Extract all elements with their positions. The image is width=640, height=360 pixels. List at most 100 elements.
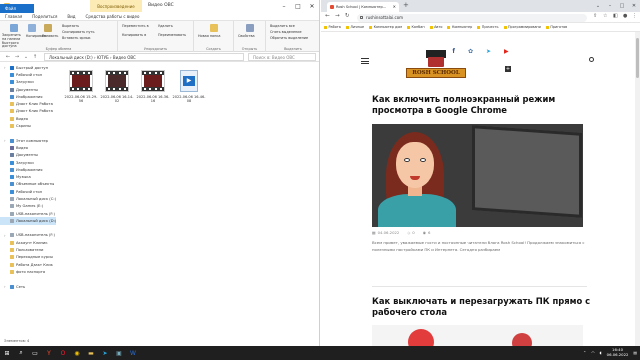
file-item[interactable]: 2022-06-06 15-29-56 bbox=[64, 68, 98, 116]
new-folder-icon[interactable] bbox=[210, 24, 218, 32]
profile-icon[interactable]: ● bbox=[623, 13, 627, 19]
opera-icon[interactable]: O bbox=[56, 346, 70, 360]
browser-minimize-icon[interactable]: – bbox=[604, 0, 616, 12]
browser-forward-icon[interactable]: → bbox=[335, 13, 340, 19]
back-icon[interactable]: ← bbox=[4, 54, 12, 60]
nav-item[interactable]: Работа Дзакт Клик bbox=[0, 261, 56, 268]
hamburger-menu-icon[interactable] bbox=[361, 58, 369, 64]
context-tab-playback[interactable]: Воспроизведение bbox=[90, 0, 142, 12]
nav-item[interactable]: Локальный диск (C:) bbox=[0, 195, 56, 202]
nav-item[interactable]: Рабочий стол bbox=[0, 188, 56, 195]
nav-item[interactable]: USB-накопитель (F:) bbox=[0, 210, 56, 217]
move-to-button[interactable]: Переместить в bbox=[122, 24, 149, 28]
nav-item[interactable]: Локальный диск (D:) bbox=[0, 217, 56, 225]
copy-icon[interactable] bbox=[28, 24, 36, 32]
file-item[interactable]: 2022-06-06 16-36-16 bbox=[136, 68, 170, 116]
nav-item[interactable]: Изображения bbox=[0, 93, 56, 100]
nav-item[interactable]: Объемные объекты bbox=[0, 181, 56, 188]
article-title-2[interactable]: Как выключать и перезагружать ПК прямо с… bbox=[372, 296, 592, 318]
nav-item[interactable]: › USB-накопитель (F:) bbox=[0, 232, 56, 239]
bookmark-item[interactable]: Личные bbox=[345, 25, 364, 29]
menu-icon[interactable]: ⋮ bbox=[632, 13, 637, 19]
recent-icon[interactable]: ⌄ bbox=[22, 54, 30, 60]
site-logo[interactable]: ROSH SCHOOL bbox=[406, 42, 466, 80]
nav-item[interactable]: Аккаунт Клиник bbox=[0, 239, 56, 246]
search-input[interactable]: Поиск в: Видео OBC bbox=[248, 53, 316, 61]
article-image-2[interactable] bbox=[372, 325, 583, 346]
bookmark-item[interactable]: Компьютер bbox=[447, 25, 472, 29]
nav-item[interactable]: Дзакт Клик Работа bbox=[0, 108, 56, 115]
nav-item[interactable]: › Этот компьютер bbox=[0, 137, 56, 144]
extensions-icon[interactable]: ◧ bbox=[613, 13, 618, 19]
nav-item[interactable]: › Сеть bbox=[0, 283, 56, 290]
paste-button[interactable]: Вставить bbox=[42, 34, 58, 38]
vk-icon[interactable]: ✿ bbox=[468, 48, 473, 55]
maximize-icon[interactable]: □ bbox=[291, 0, 305, 12]
up-icon[interactable]: ↑ bbox=[31, 54, 39, 60]
yandex-icon[interactable]: Y bbox=[42, 346, 56, 360]
chrome-icon[interactable]: ◉ bbox=[70, 346, 84, 360]
telegram-icon[interactable]: ➤ bbox=[486, 48, 491, 55]
invert-selection-button[interactable]: Обратить выделение bbox=[270, 36, 308, 40]
tab-video-tools[interactable]: Средства работы с видео bbox=[81, 12, 145, 21]
start-icon[interactable]: ⊞ bbox=[0, 346, 14, 360]
nav-item[interactable]: Видео bbox=[0, 115, 56, 122]
tab-file[interactable]: Файл bbox=[0, 4, 34, 13]
url-bar[interactable]: rushinsottalai.com bbox=[357, 13, 587, 22]
notifications-icon[interactable]: ▤ bbox=[633, 350, 637, 355]
select-none-button[interactable]: Снять выделение bbox=[270, 30, 302, 34]
paste-icon[interactable] bbox=[44, 24, 52, 32]
reload-icon[interactable]: ↻ bbox=[345, 13, 350, 19]
nav-item[interactable]: Переходные курсы bbox=[0, 254, 56, 261]
article-image-1[interactable] bbox=[372, 124, 583, 227]
bookmark-item[interactable]: Компьютер дом bbox=[369, 25, 402, 29]
minimize-icon[interactable]: – bbox=[277, 0, 291, 12]
nav-item[interactable]: My Games (E:) bbox=[0, 203, 56, 210]
bookmark-item[interactable]: Прочесть bbox=[477, 25, 499, 29]
telegram-taskbar-icon[interactable]: ➤ bbox=[98, 346, 112, 360]
delete-button[interactable]: Удалить bbox=[158, 24, 173, 28]
expand-chevron-icon[interactable]: › bbox=[4, 284, 6, 289]
expand-chevron-icon[interactable]: › bbox=[4, 65, 6, 70]
file-item[interactable]: ▶ 2022-06-06 16-46-08 bbox=[172, 68, 206, 116]
nav-item[interactable]: Изображения bbox=[0, 166, 56, 173]
clock[interactable]: 16:40 06.06.2022 bbox=[607, 347, 629, 357]
bookmark-item[interactable]: Работа bbox=[324, 25, 341, 29]
nav-item[interactable]: Документы bbox=[0, 86, 56, 93]
plus-icon[interactable]: + bbox=[505, 66, 511, 72]
article-title-1[interactable]: Как включить полноэкранный режим просмот… bbox=[372, 94, 592, 116]
tab-close-icon[interactable]: ✕ bbox=[393, 2, 396, 12]
properties-button[interactable]: Свойства bbox=[238, 34, 255, 38]
nav-item[interactable]: Рабочий стол bbox=[0, 71, 56, 78]
tab-search-icon[interactable]: ⌄ bbox=[592, 0, 604, 12]
nav-item[interactable]: Документы bbox=[0, 152, 56, 159]
select-all-button[interactable]: Выделить все bbox=[270, 24, 295, 28]
nav-item[interactable]: Видео bbox=[0, 144, 56, 151]
copy-path-button[interactable]: Скопировать путь bbox=[62, 30, 94, 34]
task-view-icon[interactable]: ▭ bbox=[28, 346, 42, 360]
tab-view[interactable]: Вид bbox=[62, 12, 80, 21]
bookmark-item[interactable]: Приготов bbox=[545, 25, 567, 29]
nav-item[interactable]: › Быстрый доступ bbox=[0, 64, 56, 71]
page-scrollbar[interactable] bbox=[635, 32, 640, 346]
nav-item[interactable]: Пользователи bbox=[0, 246, 56, 253]
nav-item[interactable]: Загрузки bbox=[0, 159, 56, 166]
tray-arrow-icon[interactable]: ⌃ bbox=[583, 350, 586, 355]
nav-item[interactable]: Загрузки bbox=[0, 79, 56, 86]
nav-item[interactable]: Музыка bbox=[0, 173, 56, 180]
share-icon[interactable]: ⇪ bbox=[593, 13, 597, 19]
browser-maximize-icon[interactable]: □ bbox=[616, 0, 628, 12]
bookmark-item[interactable]: Канбан bbox=[406, 25, 425, 29]
word-icon[interactable]: W bbox=[126, 346, 140, 360]
file-item[interactable]: 2022-06-06 16-14-02 bbox=[100, 68, 134, 116]
site-search-icon[interactable] bbox=[589, 57, 594, 62]
expand-chevron-icon[interactable]: › bbox=[4, 233, 6, 238]
nav-item[interactable]: Скрины bbox=[0, 122, 56, 129]
pin-icon[interactable] bbox=[10, 24, 18, 32]
youtube-icon[interactable]: ▶ bbox=[504, 48, 509, 55]
bookmark-item[interactable]: Программировани bbox=[503, 25, 541, 29]
nav-item[interactable]: фото паспорта bbox=[0, 268, 56, 275]
forward-icon[interactable]: → bbox=[13, 54, 21, 60]
star-icon[interactable]: ☆ bbox=[603, 13, 607, 19]
properties-icon[interactable] bbox=[246, 24, 254, 32]
